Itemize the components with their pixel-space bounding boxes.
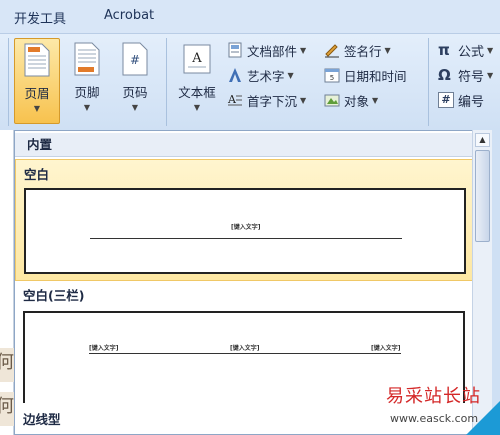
chevron-down-icon: ▼ [287,70,294,80]
equation-icon: π [438,41,450,59]
header-button[interactable]: 页眉 ▼ [14,38,60,124]
chevron-down-icon: ▼ [487,45,494,55]
header-label: 页眉 [24,86,50,101]
signature-line-icon [324,42,340,58]
wordart-label: 艺术字 [247,68,285,84]
wordart-icon [227,67,243,83]
drop-cap-icon: A [227,92,243,108]
header-icon [24,43,50,77]
chevron-down-icon: ▼ [33,104,41,113]
svg-text:5: 5 [330,74,334,82]
quick-parts-icon [227,42,243,58]
group-separator [8,38,9,126]
header-option-title: 空白 [24,167,50,182]
date-time-icon: 5 [324,67,340,83]
textbox-label: 文本框 [178,85,216,100]
svg-text:A: A [191,51,202,66]
numbering-icon: # [438,92,454,108]
header-rule [89,353,401,354]
ribbon-insert: 页眉 ▼ 页脚 ▼ # 页码 ▼ A 文本框 ▼ 文档部件 ▼ 艺术字 ▼ A … [0,34,500,130]
header-option-blank[interactable]: 空白 [键入文字] [15,159,473,281]
document-text: 何 [0,392,14,426]
symbol-icon: Ω [438,66,451,84]
symbol-button[interactable]: Ω 符号 ▼ [438,65,493,85]
chevron-down-icon: ▼ [372,95,379,105]
header-preview: [键入文字] [24,188,466,274]
header-option-title: 空白(三栏) [23,288,85,303]
watermark-url: www.easck.com [390,412,479,425]
placeholder-text: [键入文字] [371,345,401,352]
document-edge: 何 何 [0,130,14,435]
header-rule [90,238,402,239]
equation-label: 公式 [458,44,485,60]
scroll-up-icon[interactable]: ▲ [475,133,490,147]
placeholder-text: [键入文字] [89,345,119,352]
chevron-down-icon: ▼ [300,45,307,55]
placeholder-text: [键入文字] [231,224,261,231]
object-label: 对象 [344,93,370,109]
placeholder-text: [键入文字] [230,345,260,352]
footer-button[interactable]: 页脚 ▼ [64,38,110,124]
header-option-title: 边线型 [23,412,61,427]
drop-cap-button[interactable]: A 首字下沉 ▼ [227,90,306,110]
page-number-icon: # [122,42,148,76]
numbering-label: 编号 [458,94,485,110]
textbox-icon: A [183,44,211,74]
date-time-button[interactable]: 5 日期和时间 [324,65,407,85]
page-number-button[interactable]: # 页码 ▼ [112,38,158,124]
watermark: 易采站长站 www.easck.com [372,380,500,435]
scroll-thumb[interactable] [475,150,490,242]
tab-acrobat[interactable]: Acrobat [104,8,154,23]
quick-parts-button[interactable]: 文档部件 ▼ [227,40,306,60]
tab-developer[interactable]: 开发工具 [14,8,66,27]
quick-parts-label: 文档部件 [247,43,298,59]
chevron-down-icon: ▼ [83,103,91,112]
drop-cap-label: 首字下沉 [247,93,298,109]
svg-text:#: # [130,53,140,67]
signature-line-button[interactable]: 签名行 ▼ [324,40,391,60]
symbol-label: 符号 [458,69,485,85]
object-icon [324,92,340,108]
wordart-button[interactable]: 艺术字 ▼ [227,65,294,85]
watermark-corner-icon [466,401,500,435]
chevron-down-icon: ▼ [193,103,201,112]
numbering-button[interactable]: # 编号 [438,90,484,110]
footer-icon [74,42,100,76]
chevron-down-icon: ▼ [131,103,139,112]
object-button[interactable]: 对象 ▼ [324,90,378,110]
svg-text:A: A [227,93,237,106]
equation-button[interactable]: π 公式 ▼ [438,40,493,60]
document-text: 何 [0,348,14,382]
group-separator [166,38,167,126]
ribbon-tab-bar: 开发工具 Acrobat [0,0,500,34]
chevron-down-icon: ▼ [384,45,391,55]
section-header-builtin: 内置 [15,133,473,157]
page-number-label: 页码 [122,85,148,100]
group-separator [428,38,429,126]
chevron-down-icon: ▼ [300,95,307,105]
date-time-label: 日期和时间 [344,68,407,84]
chevron-down-icon: ▼ [487,70,494,80]
footer-label: 页脚 [74,85,100,100]
textbox-button[interactable]: A 文本框 ▼ [172,38,222,124]
signature-line-label: 签名行 [344,43,382,59]
